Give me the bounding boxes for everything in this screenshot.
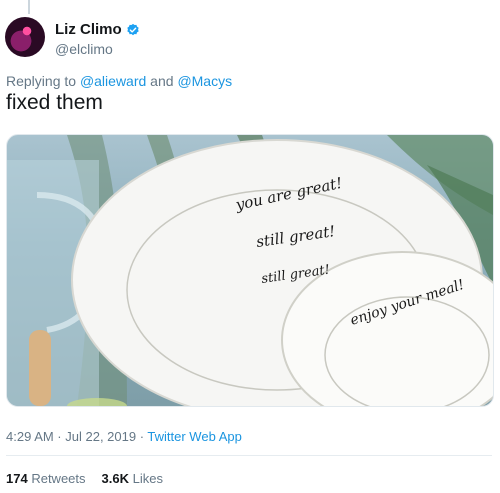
author-handle[interactable]: @elclimo: [55, 41, 113, 57]
tweet-metadata: 4:29 AM · Jul 22, 2019 · Twitter Web App: [6, 429, 242, 444]
reply-user-link-macys[interactable]: @Macys: [177, 73, 232, 89]
reply-user-link-alieward[interactable]: @alieward: [80, 73, 146, 89]
author-name-row: Liz Climo: [55, 21, 140, 38]
tweet-text: fixed them: [6, 91, 103, 114]
verified-badge-icon: [126, 23, 140, 37]
divider: [6, 455, 492, 456]
tweet-timestamp[interactable]: 4:29 AM · Jul 22, 2019 ·: [6, 429, 147, 444]
likes-count: 3.6K: [101, 471, 129, 486]
tweet-stats: 174 Retweets 3.6K Likes: [6, 471, 163, 486]
retweets-label: Retweets: [31, 471, 86, 486]
replying-prefix: Replying to: [6, 73, 80, 89]
thread-connector-line: [28, 0, 30, 14]
author-name[interactable]: Liz Climo: [55, 21, 122, 38]
replying-to-line: Replying to @alieward and @Macys: [6, 73, 232, 89]
retweets-count: 174: [6, 471, 28, 486]
plates-photo-illustration: you are great! still great! still great!…: [7, 135, 493, 406]
tweet-source-link[interactable]: Twitter Web App: [147, 429, 241, 444]
avatar[interactable]: [5, 17, 45, 57]
likes-label: Likes: [132, 471, 163, 486]
retweets-stat[interactable]: 174 Retweets: [6, 471, 86, 486]
likes-stat[interactable]: 3.6K Likes: [102, 471, 163, 486]
tweet-photo[interactable]: you are great! still great! still great!…: [6, 134, 494, 407]
replying-and: and: [146, 73, 178, 89]
